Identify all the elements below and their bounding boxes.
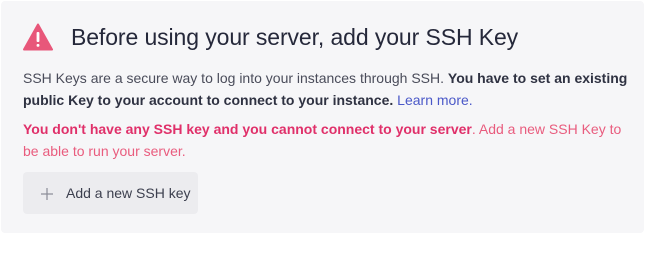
- add-ssh-key-label: Add a new SSH key: [66, 185, 191, 201]
- plus-icon: [41, 187, 53, 200]
- page-title: Before using your server, add your SSH K…: [71, 23, 519, 50]
- description-text: SSH Keys are a secure way to log into yo…: [23, 70, 448, 86]
- alert-strong-text: You don't have any SSH key and you canno…: [23, 121, 472, 137]
- learn-more-link[interactable]: Learn more.: [397, 92, 472, 108]
- warning-triangle-icon: [23, 23, 53, 51]
- card-header: Before using your server, add your SSH K…: [23, 23, 518, 51]
- ssh-description: SSH Keys are a secure way to log into yo…: [23, 67, 628, 111]
- ssh-key-warning-card: Before using your server, add your SSH K…: [1, 1, 644, 233]
- add-ssh-key-button[interactable]: Add a new SSH key: [23, 172, 198, 214]
- no-ssh-key-alert: You don't have any SSH key and you canno…: [23, 118, 628, 162]
